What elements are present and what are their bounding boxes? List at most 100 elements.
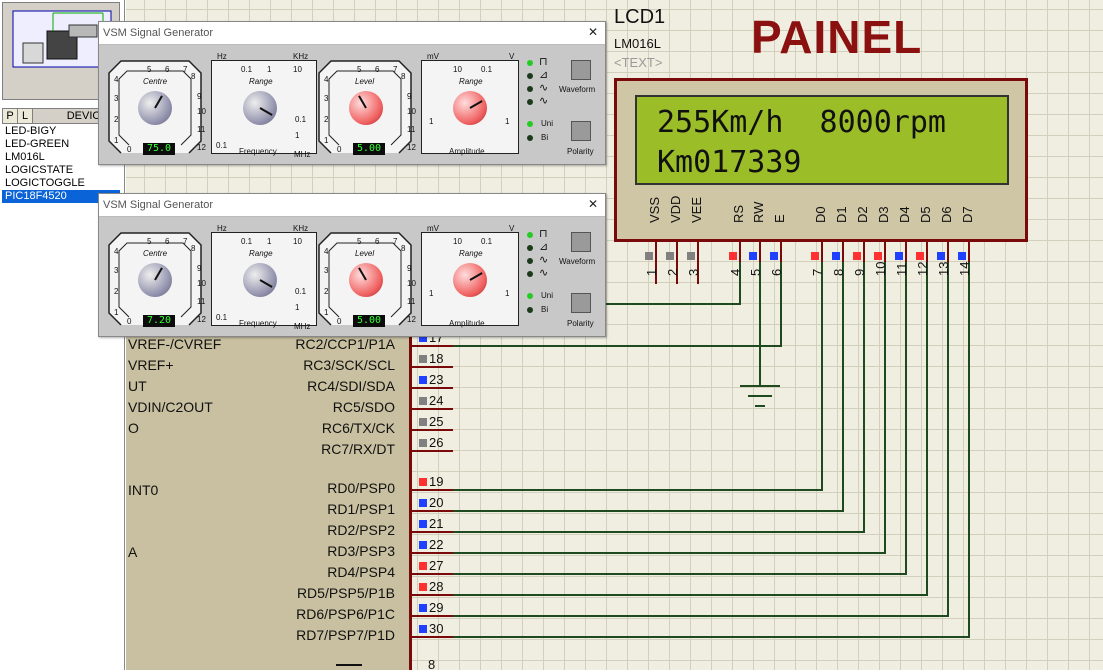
generator-title-bar[interactable]: VSM Signal Generator ✕ bbox=[99, 22, 605, 45]
centre-scale-tick: 1 bbox=[114, 136, 119, 145]
lcd-pin-number: 10 bbox=[873, 261, 888, 276]
centre-scale-tick: 0 bbox=[127, 317, 132, 326]
centre-scale-tick: 9 bbox=[197, 92, 202, 101]
waveform-led bbox=[527, 271, 533, 277]
amplitude-range-knob[interactable] bbox=[453, 91, 487, 125]
waveform-led bbox=[527, 232, 533, 238]
frequency-range-tick: 0.1 bbox=[241, 65, 253, 74]
pin-state-indicator bbox=[895, 252, 903, 260]
mcu-pin-label: RC6/TX/CK bbox=[321, 420, 395, 436]
v-label: V bbox=[509, 52, 515, 61]
knob-indicator bbox=[358, 267, 367, 281]
level-scale-tick: 12 bbox=[407, 143, 416, 152]
waveform-led bbox=[527, 73, 533, 79]
level-label: Level bbox=[355, 249, 375, 258]
sawtooth-wave-icon: ⊿ bbox=[539, 241, 549, 253]
frequency-range-knob[interactable] bbox=[243, 263, 277, 297]
lcd-pin-number: 3 bbox=[686, 268, 701, 276]
lcd-title[interactable]: LCD1 bbox=[614, 6, 665, 29]
amplitude-range-tick: 0.1 bbox=[481, 65, 493, 74]
uni-led bbox=[527, 293, 533, 299]
square-wave-icon: ⊓ bbox=[539, 228, 548, 240]
lcd-pin-name: D1 bbox=[834, 206, 849, 223]
mcu-pin-label: RC5/SDO bbox=[332, 399, 395, 415]
centre-scale-tick: 10 bbox=[197, 279, 206, 288]
level-knob[interactable] bbox=[349, 263, 383, 297]
pin-state-indicator bbox=[645, 252, 653, 260]
chip-notch bbox=[336, 664, 362, 666]
triangle-wave-icon: ∿ bbox=[539, 82, 549, 94]
close-button[interactable]: ✕ bbox=[587, 26, 599, 38]
generator-title: VSM Signal Generator bbox=[103, 199, 214, 211]
level-scale-tick: 9 bbox=[407, 92, 412, 101]
amplitude-range-tick: 1 bbox=[505, 289, 510, 298]
centre-label: Centre bbox=[143, 77, 168, 86]
pin-state-indicator bbox=[916, 252, 924, 260]
mcu-left-label: INT0 bbox=[128, 482, 159, 498]
centre-scale-tick: 6 bbox=[165, 65, 170, 74]
amplitude-range-tick: 1 bbox=[505, 117, 510, 126]
centre-scale-tick: 7 bbox=[183, 65, 188, 74]
mcu-pin-label: RC2/CCP1/P1A bbox=[295, 336, 395, 352]
lcd-pin-number: 9 bbox=[852, 268, 867, 276]
polarity-button[interactable] bbox=[571, 293, 591, 313]
lcd-pin-name: VDD bbox=[668, 195, 683, 223]
knob-indicator bbox=[154, 95, 163, 109]
amplitude-range-knob[interactable] bbox=[453, 263, 487, 297]
amplitude-range-tick: 10 bbox=[453, 65, 462, 74]
level-label: Level bbox=[355, 77, 375, 86]
signal-generator-1[interactable]: VSM Signal Generator ✕ Centre 75.0 0 1 2 3 4 5 6 7 8… bbox=[98, 21, 606, 165]
amplitude-range-tick: 1 bbox=[429, 117, 434, 126]
waveform-button[interactable] bbox=[571, 232, 591, 252]
level-scale-tick: 5 bbox=[357, 65, 362, 74]
waveform-led bbox=[527, 245, 533, 251]
amplitude-range-tick: 0.1 bbox=[481, 237, 493, 246]
bi-label: Bi bbox=[541, 305, 549, 314]
polarity-button[interactable] bbox=[571, 121, 591, 141]
lcd-pin-number: 6 bbox=[769, 268, 784, 276]
frequency-range-knob[interactable] bbox=[243, 91, 277, 125]
signal-generator-2[interactable]: VSM Signal Generator ✕ Centre 7.20 0 1 2 3 4 5 6 7 8… bbox=[98, 193, 606, 337]
centre-knob[interactable] bbox=[138, 263, 172, 297]
level-scale-tick: 6 bbox=[375, 65, 380, 74]
level-scale-tick: 10 bbox=[407, 279, 416, 288]
level-scale-tick: 8 bbox=[401, 72, 406, 81]
frequency-range-tick: 1 bbox=[267, 237, 272, 246]
lcd-pin-name: D3 bbox=[876, 206, 891, 223]
mcu-pin-lines bbox=[409, 345, 453, 638]
centre-knob[interactable] bbox=[138, 91, 172, 125]
knob-indicator bbox=[469, 272, 483, 281]
lcd-pin-name: D2 bbox=[855, 206, 870, 223]
mv-label: mV bbox=[427, 52, 439, 61]
uni-label: Uni bbox=[541, 291, 554, 300]
level-scale-tick: 11 bbox=[407, 125, 416, 134]
level-scale-tick: 1 bbox=[324, 308, 329, 317]
lcd-pin-name: RW bbox=[751, 201, 766, 223]
frequency-label: Frequency bbox=[239, 147, 277, 156]
lcd-pin-number: 8 bbox=[831, 268, 846, 276]
frequency-range-label: Range bbox=[249, 249, 273, 258]
pin-state-indicator bbox=[832, 252, 840, 260]
generator-title-bar[interactable]: VSM Signal Generator ✕ bbox=[99, 194, 605, 217]
knob-indicator bbox=[154, 267, 163, 281]
pin-state-indicator bbox=[729, 252, 737, 260]
pin-state-indicator bbox=[770, 252, 778, 260]
close-button[interactable]: ✕ bbox=[587, 198, 599, 210]
waveform-button[interactable] bbox=[571, 60, 591, 80]
mcu-left-label: UT bbox=[128, 378, 147, 394]
level-scale-tick: 3 bbox=[324, 266, 329, 275]
centre-scale-tick: 8 bbox=[191, 72, 196, 81]
mv-label: mV bbox=[427, 224, 439, 233]
level-knob[interactable] bbox=[349, 91, 383, 125]
level-scale-tick: 1 bbox=[324, 136, 329, 145]
pin-state-indicator bbox=[937, 252, 945, 260]
level-scale-tick: 2 bbox=[324, 287, 329, 296]
lcd-pin-number: 4 bbox=[728, 268, 743, 276]
level-scale-tick: 9 bbox=[407, 264, 412, 273]
level-scale-tick: 0 bbox=[337, 317, 342, 326]
level-scale-tick: 4 bbox=[324, 75, 329, 84]
amplitude-label: Amplitude bbox=[449, 319, 485, 328]
frequency-range-tick: 10 bbox=[293, 237, 302, 246]
centre-scale-tick: 3 bbox=[114, 266, 119, 275]
level-scale-tick: 7 bbox=[393, 237, 398, 246]
